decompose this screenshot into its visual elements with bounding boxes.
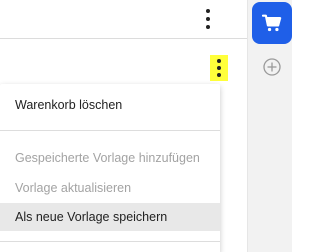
header-more-options-icon[interactable] [201, 9, 215, 29]
menu-item-clear-cart[interactable]: Warenkorb löschen [0, 91, 220, 119]
add-circle-button[interactable] [263, 58, 281, 76]
menu-item-save-as-new-template[interactable]: Als neue Vorlage speichern [0, 203, 220, 231]
dot [206, 9, 210, 13]
app-root: Warenkorb löschen Gespeicherte Vorlage h… [0, 0, 292, 252]
dot [217, 66, 221, 70]
dot [206, 17, 210, 21]
menu-divider [0, 130, 220, 131]
dot [217, 73, 221, 77]
add-circle-icon [263, 58, 281, 76]
menu-item-add-saved-template[interactable]: Gespeicherte Vorlage hinzufügen [0, 144, 220, 172]
cart-button[interactable] [252, 2, 292, 44]
shopping-cart-icon [262, 14, 282, 32]
row-more-options-icon[interactable] [210, 55, 228, 81]
context-menu: Warenkorb löschen Gespeicherte Vorlage h… [0, 84, 220, 252]
dot [206, 25, 210, 29]
menu-divider [0, 241, 220, 242]
more-vertical-icon [210, 56, 228, 80]
dot [217, 59, 221, 63]
menu-item-update-template[interactable]: Vorlage aktualisieren [0, 174, 220, 202]
